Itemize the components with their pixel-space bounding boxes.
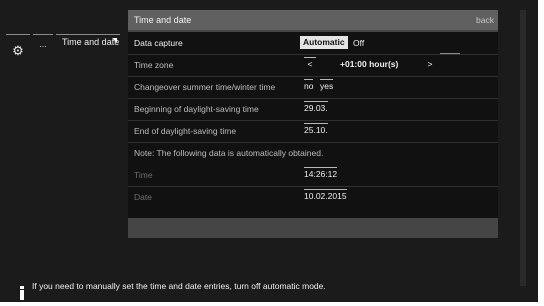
screen: ⚙ ... Time and date Time and date back D… [0,0,538,302]
data-capture-label: Data capture [134,38,183,48]
settings-gear-icon[interactable]: ⚙ [6,34,30,67]
info-icon [18,286,26,300]
breadcrumb-current-label: Time and date [62,37,120,47]
row-dst-begin[interactable]: Beginning of daylight-saving time 29.03. [128,98,498,121]
breadcrumb-time-and-date[interactable]: Time and date [56,34,120,66]
time-date-panel: Time and date back Data capture Automati… [128,10,498,238]
back-button[interactable]: back [476,15,494,25]
row-date: Date 10.02.2015 [128,186,498,208]
dst-begin-value[interactable]: 29.03. [304,101,328,113]
info-icon-bar [20,290,24,300]
time-zone-value: +01:00 hour(s) [340,59,399,69]
footer-hint-text: If you need to manually set the time and… [32,281,326,291]
note-text: Note: The following data is automaticall… [134,148,324,158]
row-note: Note: The following data is automaticall… [128,142,498,164]
panel-header: Time and date back [128,10,498,30]
row-dst-end[interactable]: End of daylight-saving time 25.10. [128,120,498,143]
time-zone-prev-button[interactable]: < [304,57,316,69]
automatic-option[interactable]: Automatic [300,36,348,49]
row-changeover[interactable]: Changeover summer time/winter time no ye… [128,76,498,99]
time-zone-label: Time zone [134,60,174,70]
scrollbar[interactable] [520,10,526,286]
info-icon-dot [20,286,24,289]
date-label: Date [134,192,152,202]
settings-list: Data capture Automatic Off Time zone < +… [128,32,498,218]
corner-marker-icon [112,38,117,43]
off-option[interactable]: Off [353,38,364,48]
panel-title: Time and date [134,15,192,25]
breadcrumb-ellipsis[interactable]: ... [33,34,53,66]
time-zone-divider [440,53,460,54]
time-label: Time [134,170,153,180]
dst-begin-label: Beginning of daylight-saving time [134,104,259,114]
changeover-yes-option[interactable]: yes [320,79,334,91]
time-value: 14:26:12 [304,167,338,179]
row-data-capture[interactable]: Data capture Automatic Off [128,32,498,55]
changeover-no-option[interactable]: no [304,79,314,91]
changeover-label: Changeover summer time/winter time [134,82,276,92]
dst-end-label: End of daylight-saving time [134,126,237,136]
row-time: Time 14:26:12 [128,164,498,187]
dst-end-value[interactable]: 25.10. [304,123,328,135]
row-time-zone[interactable]: Time zone < +01:00 hour(s) > [128,53,498,77]
time-zone-next-button[interactable]: > [424,59,436,69]
date-value: 10.02.2015 [304,189,347,201]
